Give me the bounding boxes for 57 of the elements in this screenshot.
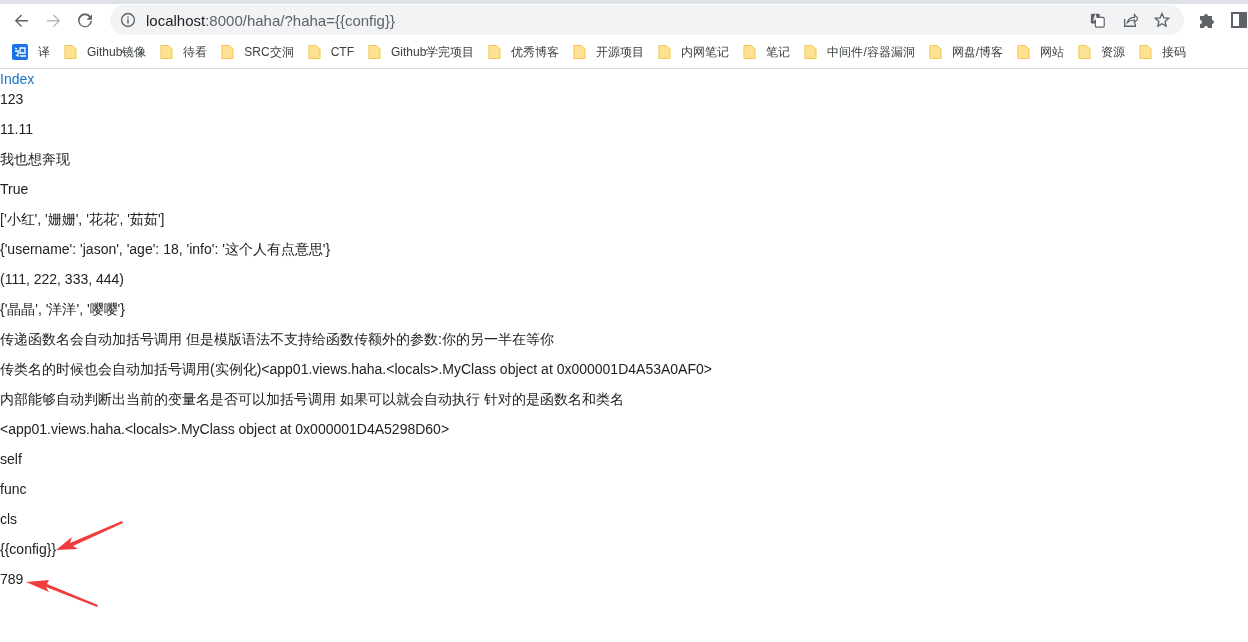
page-text: cls [0,511,18,527]
folder-icon [1078,44,1092,60]
folder-icon [488,44,502,60]
folder-icon [1017,44,1031,60]
page-text: 传递函数名会自动加括号调用 但是模版语法不支持给函数传额外的参数:你的另一半在等你 [0,331,554,347]
translate-icon[interactable] [1090,12,1106,28]
bookmark[interactable]: Github镜像 [64,41,147,63]
folder-icon [368,44,382,60]
page-text: (111, 222, 333, 444) [0,271,125,287]
reload-icon[interactable] [76,11,94,29]
page-text: self [0,451,22,467]
folder-icon [658,44,672,60]
page-text: 内部能够自动判断出当前的变量名是否可以加括号调用 如果可以就会自动执行 针对的是函数名和类名 [0,391,624,407]
folder-icon [1139,44,1153,60]
page-text: func [0,481,27,497]
share-icon[interactable] [1122,12,1138,28]
folder-icon [804,44,818,60]
bookmark[interactable]: 译 [12,41,50,63]
bookmark[interactable]: 接码 [1139,41,1187,63]
index-link[interactable]: Index [0,69,35,89]
page-text: 789 [0,571,24,587]
star-icon[interactable] [1154,12,1170,28]
arrow-drawing [56,521,123,550]
folder-icon [160,44,174,60]
folder-icon [743,44,757,60]
bookmark[interactable]: Github学完项目 [368,41,475,63]
folder-icon [307,44,321,60]
page-text: 11.11 [0,121,33,137]
page-text: <app01.views.haha.<locals>.MyClass object at 0x000001D4A5298D60> [0,421,450,437]
info-icon[interactable] [120,12,136,28]
page-text: {{config}} [0,541,57,557]
bookmark[interactable]: 待看 [160,41,208,63]
sidebar-icon[interactable] [1230,11,1248,29]
page-text: {'username': 'jason', 'age': 18, 'info': '这个人有点意思'} [0,241,331,257]
folder-icon [221,44,235,60]
bookmark[interactable]: 网站 [1017,41,1065,63]
folder-icon [573,44,587,60]
page-text: 传类名的时候也会自动加括号调用(实例化)<app01.views.haha.<locals>.MyClass object at 0x000001D4A53A0AF0> [0,361,712,377]
bookmark[interactable]: CTF [307,42,355,62]
bookmark[interactable]: 开源项目 [573,41,645,63]
bookmark[interactable]: 资源 [1078,41,1126,63]
page-text: ['小红', '姗姗', '花花', '茹茹'] [0,211,165,227]
page-text: 我也想奔现 [0,151,70,167]
address-bar[interactable]: localhost:8000/haha/?haha={{config}} [110,5,1184,35]
page-text: 123 [0,91,24,107]
bookmark[interactable]: 网盘/博客 [928,41,1004,63]
page-text: True [0,181,29,197]
bookmark[interactable]: 中间件/容器漏洞 [804,41,915,63]
bookmark[interactable]: 笔记 [743,41,791,63]
bookmark[interactable]: 优秀博客 [488,41,560,63]
puzzle-icon[interactable] [1198,11,1216,29]
page-text: {'晶晶', '洋洋', '嘤嘤'} [0,301,125,317]
folder-icon [928,44,942,60]
folder-icon [64,44,77,60]
arrow-drawing [26,580,98,607]
bookmark[interactable]: 内网笔记 [658,41,730,63]
bookmark[interactable]: SRC交洞 [221,41,294,63]
